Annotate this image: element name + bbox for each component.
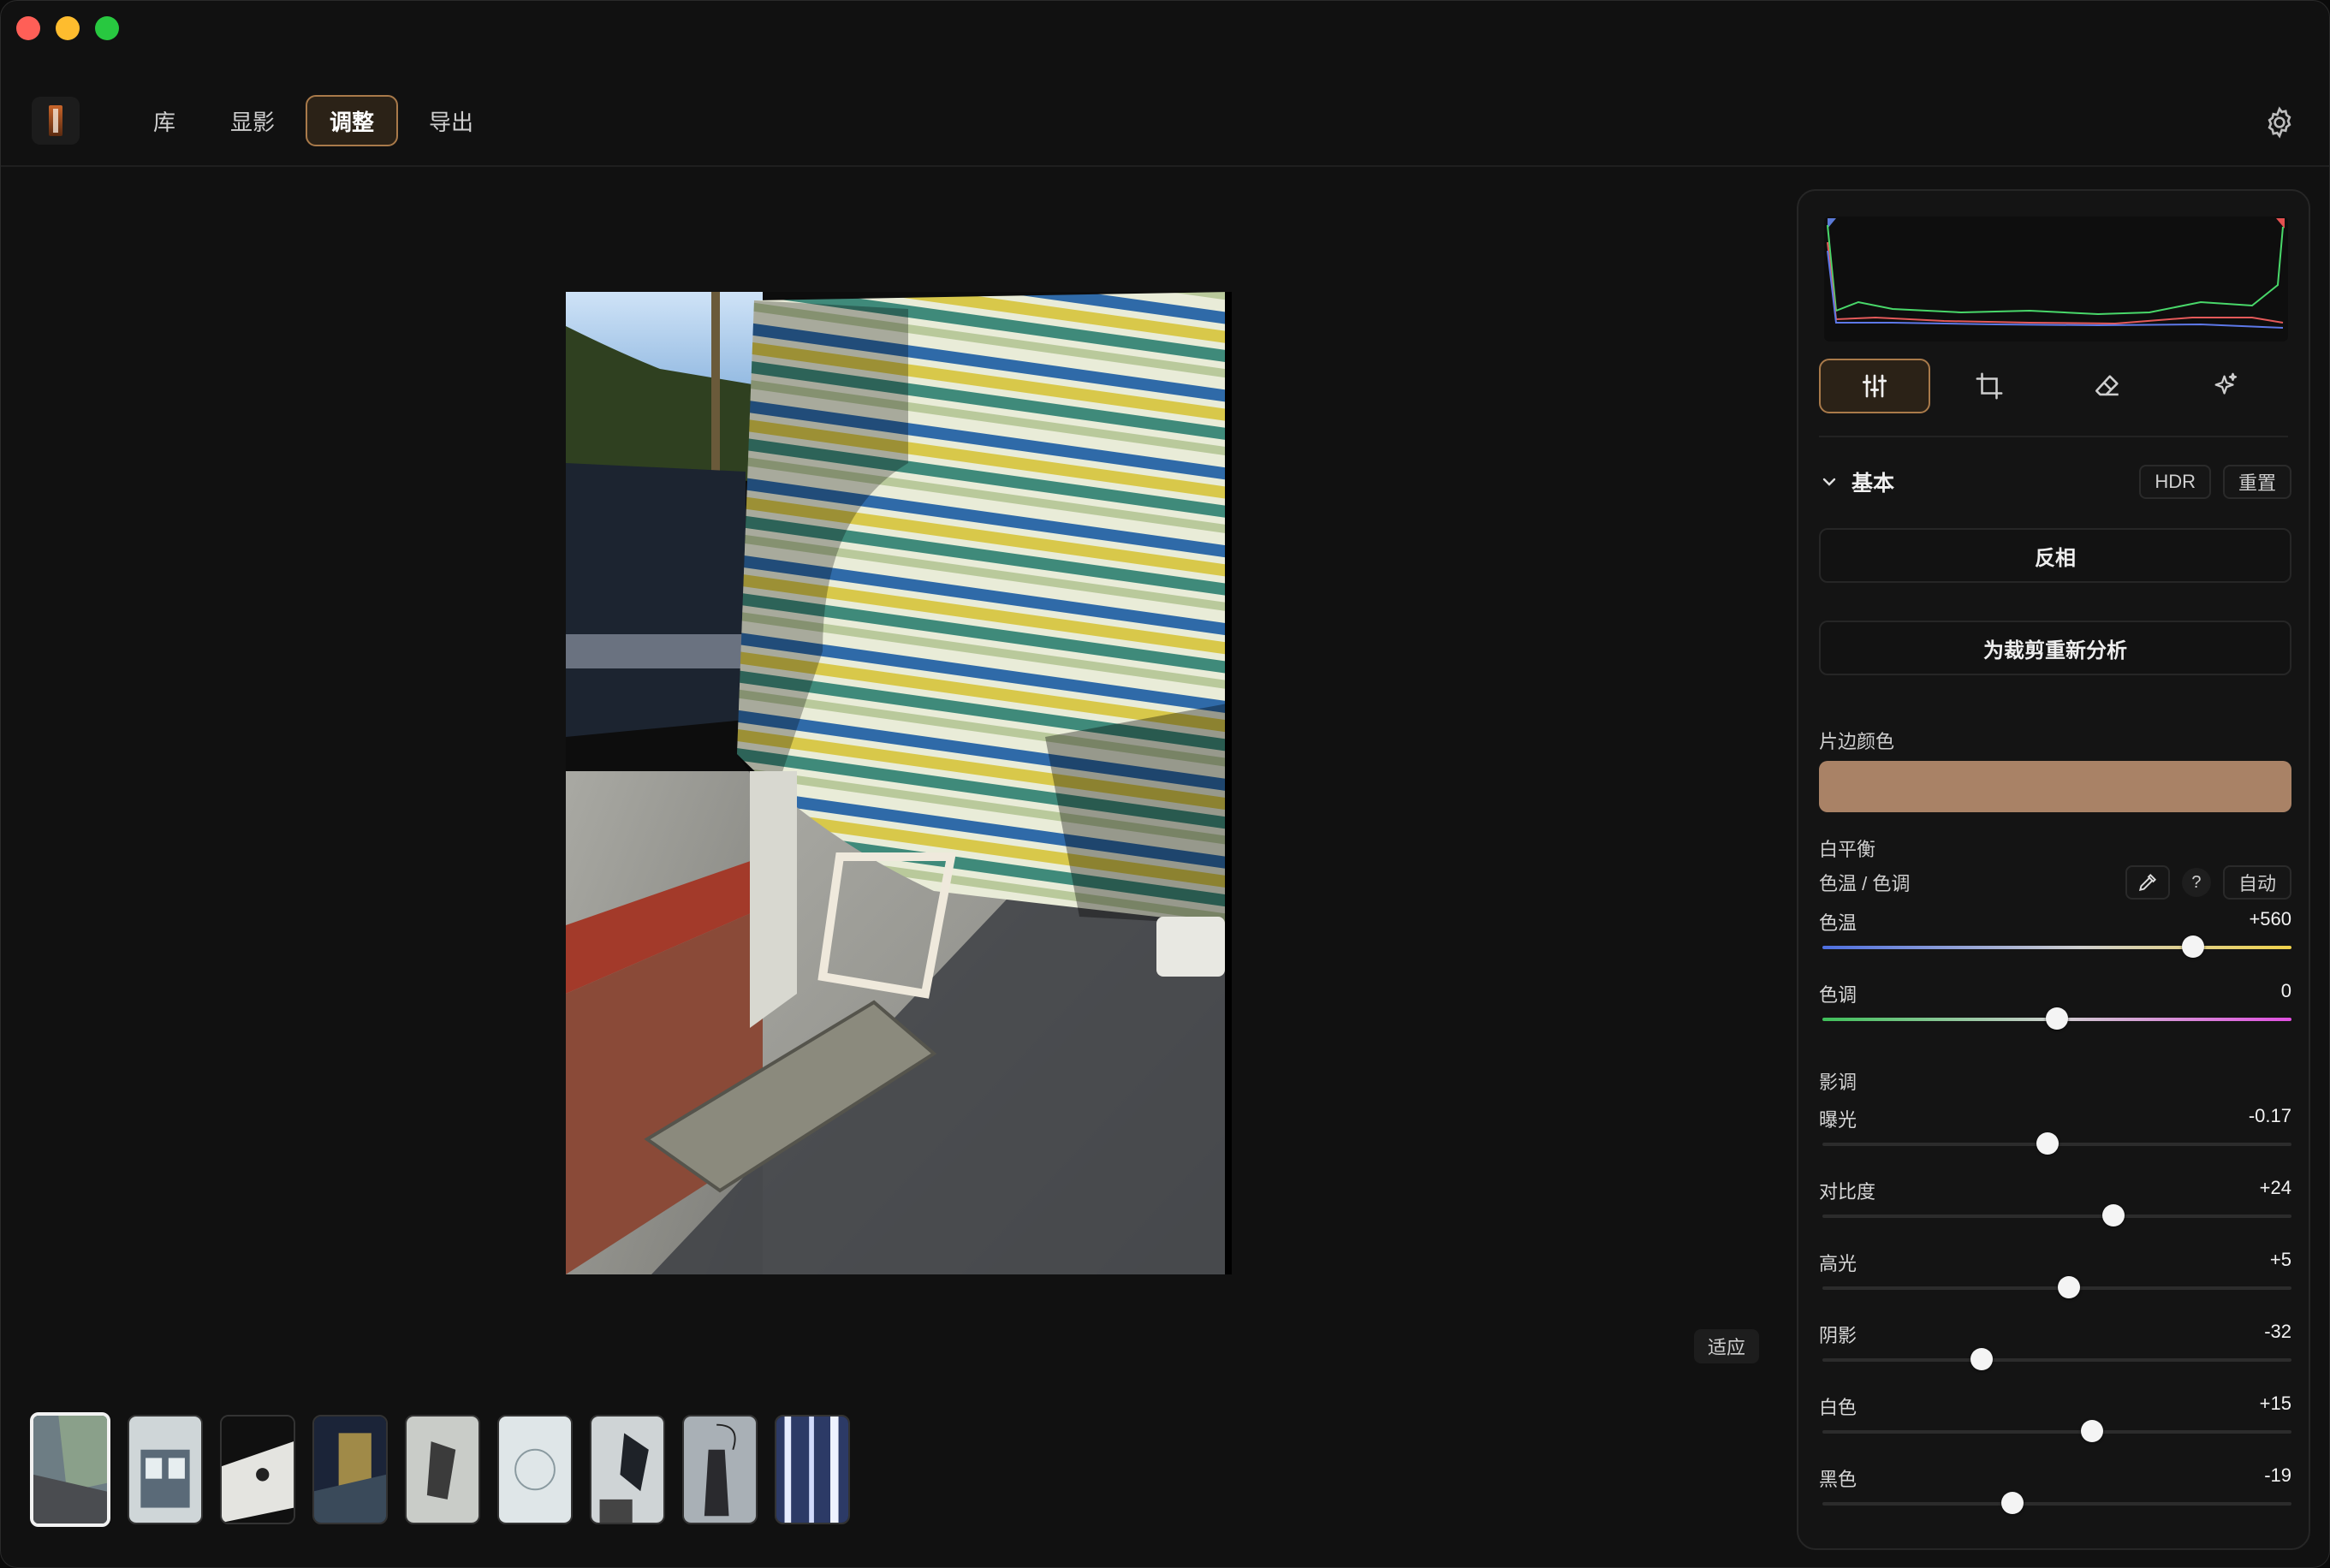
slider-value[interactable]: +5 (2270, 1249, 2291, 1271)
close-window-button[interactable] (16, 16, 40, 40)
top-bar: 库 显影 调整 导出 (1, 78, 2329, 167)
filmstrip-thumb[interactable] (590, 1415, 665, 1524)
sparkle-icon[interactable] (2167, 359, 2285, 413)
adjustments-panel: 基本 HDR 重置 反相 为裁剪重新分析 片边颜色 白平衡 色温 / 色调 ? … (1797, 189, 2310, 1550)
panel-tool-row (1819, 359, 2291, 413)
photo-preview[interactable] (566, 292, 1232, 1274)
slider[interactable]: 对比度 +24 (1819, 1177, 2291, 1249)
filmstrip-thumb[interactable] (128, 1415, 203, 1524)
slider-label: 阴影 (1819, 1325, 1857, 1346)
app-window: 库 显影 调整 导出 适应 基本 HDR 重置 反相 为裁剪重新分析 片边颜色 … (0, 0, 2330, 1568)
slider-value[interactable]: +15 (2260, 1393, 2291, 1415)
slider[interactable]: 黑色 -19 (1819, 1464, 2291, 1536)
fit-zoom-button[interactable]: 适应 (1694, 1329, 1760, 1363)
slider[interactable]: 阴影 -32 (1819, 1321, 2291, 1393)
tab-develop[interactable]: 显影 (206, 95, 299, 146)
filmstrip-thumb[interactable] (497, 1415, 573, 1524)
slider-label: 色温 (1819, 912, 1857, 934)
filmstrip-thumb[interactable] (30, 1412, 110, 1527)
slider-track[interactable] (1822, 1358, 2291, 1362)
filmstrip (30, 1412, 850, 1527)
slider-handle[interactable] (2046, 1007, 2068, 1030)
film-border-color-label: 片边颜色 (1819, 731, 1895, 752)
slider-track[interactable] (1822, 1215, 2291, 1218)
crop-icon[interactable] (1930, 359, 2048, 413)
slider-handle[interactable] (1970, 1348, 1994, 1370)
settings-gear-icon[interactable] (2262, 105, 2297, 140)
slider-label: 高光 (1819, 1253, 1857, 1274)
slider-label: 白色 (1819, 1397, 1857, 1418)
eyedropper-icon[interactable] (2125, 865, 2170, 900)
slider-value[interactable]: -32 (2264, 1321, 2291, 1343)
help-button[interactable]: ? (2181, 868, 2211, 897)
tone-label: 影调 (1819, 1072, 1857, 1093)
tab-adjust[interactable]: 调整 (306, 95, 399, 146)
filmstrip-thumb[interactable] (220, 1415, 295, 1524)
mode-tabs: 库 显影 调整 导出 (129, 95, 497, 146)
slider-label: 色调 (1819, 984, 1857, 1006)
slider-handle[interactable] (2101, 1204, 2125, 1226)
slider[interactable]: 色调 0 (1819, 980, 2291, 1052)
temp-tint-label: 色温 / 色调 (1819, 873, 1911, 894)
window-controls (16, 16, 119, 40)
app-logo (32, 97, 80, 145)
slider-track[interactable] (1822, 1502, 2291, 1506)
zoom-window-button[interactable] (95, 16, 119, 40)
slider-track[interactable] (1822, 1430, 2291, 1434)
invert-button[interactable]: 反相 (1819, 528, 2291, 583)
reanalyze-crop-button[interactable]: 为裁剪重新分析 (1819, 621, 2291, 675)
slider-handle[interactable] (2000, 1492, 2024, 1514)
tab-library[interactable]: 库 (129, 95, 199, 146)
auto-wb-button[interactable]: 自动 (2222, 865, 2291, 900)
film-border-color-swatch[interactable] (1819, 761, 2291, 812)
slider-value[interactable]: +24 (2260, 1177, 2291, 1199)
slider[interactable]: 曝光 -0.17 (1819, 1105, 2291, 1177)
tab-export[interactable]: 导出 (405, 95, 497, 146)
slider-handle[interactable] (2181, 935, 2204, 958)
slider[interactable]: 高光 +5 (1819, 1249, 2291, 1321)
slider-label: 对比度 (1819, 1181, 1876, 1203)
eraser-icon[interactable] (2048, 359, 2167, 413)
hdr-button[interactable]: HDR (2139, 465, 2211, 499)
temp-tint-row: 色温 / 色调 ? 自动 (1819, 865, 2291, 900)
filmstrip-thumb[interactable] (312, 1415, 388, 1524)
slider[interactable]: 色温 +560 (1819, 908, 2291, 980)
slider-value[interactable]: 0 (2281, 980, 2291, 1002)
filmstrip-thumb[interactable] (682, 1415, 758, 1524)
photo-image (566, 292, 1225, 1274)
white-balance-label: 白平衡 (1819, 839, 1876, 860)
minimize-window-button[interactable] (56, 16, 80, 40)
slider-label: 曝光 (1819, 1109, 1857, 1131)
slider[interactable]: 白色 +15 (1819, 1393, 2291, 1464)
slider-value[interactable]: -19 (2264, 1464, 2291, 1487)
slider-track[interactable] (1822, 946, 2291, 949)
slider-handle[interactable] (2036, 1132, 2060, 1155)
section-title: 基本 (1852, 472, 1895, 496)
histogram (1824, 217, 2288, 342)
chevron-down-icon[interactable] (1819, 472, 1840, 492)
filmstrip-thumb[interactable] (405, 1415, 480, 1524)
reset-button[interactable]: 重置 (2222, 465, 2291, 499)
slider-value[interactable]: -0.17 (2249, 1105, 2291, 1127)
sliders-icon[interactable] (1819, 359, 1930, 413)
image-canvas[interactable]: 适应 (1, 169, 1790, 1567)
basic-section-header[interactable]: 基本 HDR 重置 (1819, 465, 2291, 499)
slider-label: 黑色 (1819, 1469, 1857, 1490)
slider-handle[interactable] (2081, 1420, 2104, 1442)
slider-value[interactable]: +560 (2249, 908, 2291, 930)
filmstrip-thumb[interactable] (775, 1415, 850, 1524)
slider-handle[interactable] (2057, 1276, 2080, 1298)
panel-divider (1819, 436, 2288, 437)
